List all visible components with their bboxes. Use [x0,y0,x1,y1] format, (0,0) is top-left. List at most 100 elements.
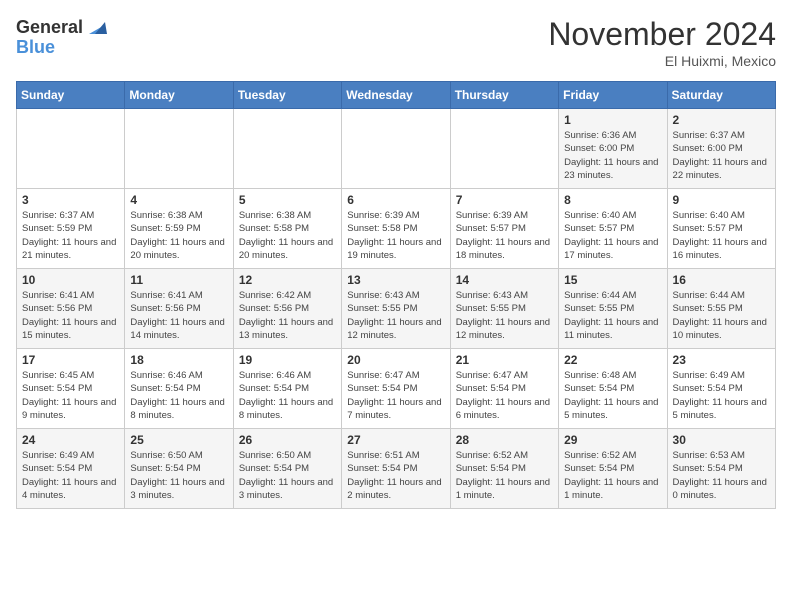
day-cell-3-6: 23Sunrise: 6:49 AM Sunset: 5:54 PM Dayli… [667,349,775,429]
day-cell-2-3: 13 Sunrise: 6:43 AM Sunset: 5:55 PM Dayli… [342,269,450,349]
day-info: Sunrise: 6:38 AM Sunset: 5:58 PM Dayligh… [239,209,336,262]
header-thursday: Thursday [450,82,558,109]
day-number: 1 [564,113,661,127]
day-info: Sunrise: 6:49 AM Sunset: 5:54 PM Dayligh… [22,449,119,502]
week-row-4: 24 Sunrise: 6:49 AM Sunset: 5:54 PM Dayli… [17,429,776,509]
day-info: Sunrise: 6:44 AM Sunset: 5:55 PM Dayligh… [564,289,661,342]
day-cell-2-1: 11 Sunrise: 6:41 AM Sunset: 5:56 PM Dayli… [125,269,233,349]
calendar-body: 1 Sunrise: 6:36 AM Sunset: 6:00 PM Daylig… [17,109,776,509]
day-number: 24 [22,433,119,447]
day-number: 11 [130,273,227,287]
title-area: November 2024 El Huixmi, Mexico [548,16,776,69]
day-number: 17 [22,353,119,367]
day-number: 21 [456,353,553,367]
day-cell-4-3: 27 Sunrise: 6:51 AM Sunset: 5:54 PM Dayli… [342,429,450,509]
day-cell-1-0: 3Sunrise: 6:37 AM Sunset: 5:59 PM Daylig… [17,189,125,269]
day-number: 13 [347,273,444,287]
day-info: Sunrise: 6:41 AM Sunset: 5:56 PM Dayligh… [22,289,119,342]
location-subtitle: El Huixmi, Mexico [548,53,776,69]
day-info: Sunrise: 6:46 AM Sunset: 5:54 PM Dayligh… [239,369,336,422]
day-cell-1-1: 4Sunrise: 6:38 AM Sunset: 5:59 PM Daylig… [125,189,233,269]
month-title: November 2024 [548,16,776,53]
day-cell-4-1: 25 Sunrise: 6:50 AM Sunset: 5:54 PM Dayli… [125,429,233,509]
day-info: Sunrise: 6:38 AM Sunset: 5:59 PM Dayligh… [130,209,227,262]
day-number: 19 [239,353,336,367]
header-row: Sunday Monday Tuesday Wednesday Thursday… [17,82,776,109]
header-monday: Monday [125,82,233,109]
day-cell-0-6: 2Sunrise: 6:37 AM Sunset: 6:00 PM Daylig… [667,109,775,189]
logo-blue: Blue [16,37,55,57]
day-cell-4-0: 24 Sunrise: 6:49 AM Sunset: 5:54 PM Dayli… [17,429,125,509]
day-number: 14 [456,273,553,287]
day-cell-0-1 [125,109,233,189]
day-cell-4-6: 30 Sunrise: 6:53 AM Sunset: 5:54 PM Dayli… [667,429,775,509]
day-info: Sunrise: 6:37 AM Sunset: 5:59 PM Dayligh… [22,209,119,262]
week-row-1: 3Sunrise: 6:37 AM Sunset: 5:59 PM Daylig… [17,189,776,269]
day-number: 16 [673,273,770,287]
day-cell-4-5: 29 Sunrise: 6:52 AM Sunset: 5:54 PM Dayli… [559,429,667,509]
day-cell-4-2: 26 Sunrise: 6:50 AM Sunset: 5:54 PM Dayli… [233,429,341,509]
day-number: 22 [564,353,661,367]
logo-general: General [16,18,83,36]
day-number: 29 [564,433,661,447]
day-info: Sunrise: 6:53 AM Sunset: 5:54 PM Dayligh… [673,449,770,502]
day-cell-2-6: 16 Sunrise: 6:44 AM Sunset: 5:55 PM Dayli… [667,269,775,349]
day-cell-4-4: 28 Sunrise: 6:52 AM Sunset: 5:54 PM Dayli… [450,429,558,509]
day-info: Sunrise: 6:44 AM Sunset: 5:55 PM Dayligh… [673,289,770,342]
day-number: 5 [239,193,336,207]
day-info: Sunrise: 6:42 AM Sunset: 5:56 PM Dayligh… [239,289,336,342]
day-info: Sunrise: 6:45 AM Sunset: 5:54 PM Dayligh… [22,369,119,422]
day-info: Sunrise: 6:41 AM Sunset: 5:56 PM Dayligh… [130,289,227,342]
day-cell-0-4 [450,109,558,189]
week-row-2: 10 Sunrise: 6:41 AM Sunset: 5:56 PM Dayli… [17,269,776,349]
day-number: 6 [347,193,444,207]
day-info: Sunrise: 6:51 AM Sunset: 5:54 PM Dayligh… [347,449,444,502]
day-info: Sunrise: 6:39 AM Sunset: 5:57 PM Dayligh… [456,209,553,262]
day-cell-1-3: 6Sunrise: 6:39 AM Sunset: 5:58 PM Daylig… [342,189,450,269]
day-number: 18 [130,353,227,367]
day-number: 30 [673,433,770,447]
header: General Blue November 2024 El Huixmi, Me… [16,16,776,69]
day-number: 28 [456,433,553,447]
day-info: Sunrise: 6:36 AM Sunset: 6:00 PM Dayligh… [564,129,661,182]
header-tuesday: Tuesday [233,82,341,109]
day-cell-2-4: 14 Sunrise: 6:43 AM Sunset: 5:55 PM Dayli… [450,269,558,349]
header-saturday: Saturday [667,82,775,109]
day-info: Sunrise: 6:50 AM Sunset: 5:54 PM Dayligh… [239,449,336,502]
day-info: Sunrise: 6:47 AM Sunset: 5:54 PM Dayligh… [347,369,444,422]
header-friday: Friday [559,82,667,109]
day-number: 27 [347,433,444,447]
day-cell-3-2: 19 Sunrise: 6:46 AM Sunset: 5:54 PM Dayli… [233,349,341,429]
day-number: 23 [673,353,770,367]
day-cell-3-1: 18 Sunrise: 6:46 AM Sunset: 5:54 PM Dayli… [125,349,233,429]
day-info: Sunrise: 6:37 AM Sunset: 6:00 PM Dayligh… [673,129,770,182]
day-info: Sunrise: 6:52 AM Sunset: 5:54 PM Dayligh… [456,449,553,502]
day-number: 12 [239,273,336,287]
day-cell-0-3 [342,109,450,189]
week-row-0: 1 Sunrise: 6:36 AM Sunset: 6:00 PM Daylig… [17,109,776,189]
day-number: 10 [22,273,119,287]
day-info: Sunrise: 6:48 AM Sunset: 5:54 PM Dayligh… [564,369,661,422]
day-info: Sunrise: 6:43 AM Sunset: 5:55 PM Dayligh… [347,289,444,342]
day-info: Sunrise: 6:50 AM Sunset: 5:54 PM Dayligh… [130,449,227,502]
day-number: 7 [456,193,553,207]
day-number: 9 [673,193,770,207]
day-cell-1-6: 9 Sunrise: 6:40 AM Sunset: 5:57 PM Daylig… [667,189,775,269]
day-info: Sunrise: 6:40 AM Sunset: 5:57 PM Dayligh… [673,209,770,262]
day-number: 15 [564,273,661,287]
day-cell-1-2: 5 Sunrise: 6:38 AM Sunset: 5:58 PM Daylig… [233,189,341,269]
day-number: 25 [130,433,227,447]
week-row-3: 17 Sunrise: 6:45 AM Sunset: 5:54 PM Dayli… [17,349,776,429]
day-info: Sunrise: 6:52 AM Sunset: 5:54 PM Dayligh… [564,449,661,502]
day-cell-3-0: 17 Sunrise: 6:45 AM Sunset: 5:54 PM Dayli… [17,349,125,429]
day-info: Sunrise: 6:43 AM Sunset: 5:55 PM Dayligh… [456,289,553,342]
calendar-header: Sunday Monday Tuesday Wednesday Thursday… [17,82,776,109]
day-cell-3-5: 22 Sunrise: 6:48 AM Sunset: 5:54 PM Dayli… [559,349,667,429]
day-cell-0-5: 1 Sunrise: 6:36 AM Sunset: 6:00 PM Daylig… [559,109,667,189]
day-cell-2-5: 15 Sunrise: 6:44 AM Sunset: 5:55 PM Dayli… [559,269,667,349]
day-info: Sunrise: 6:40 AM Sunset: 5:57 PM Dayligh… [564,209,661,262]
day-number: 26 [239,433,336,447]
day-cell-1-5: 8Sunrise: 6:40 AM Sunset: 5:57 PM Daylig… [559,189,667,269]
calendar-table: Sunday Monday Tuesday Wednesday Thursday… [16,81,776,509]
day-info: Sunrise: 6:46 AM Sunset: 5:54 PM Dayligh… [130,369,227,422]
